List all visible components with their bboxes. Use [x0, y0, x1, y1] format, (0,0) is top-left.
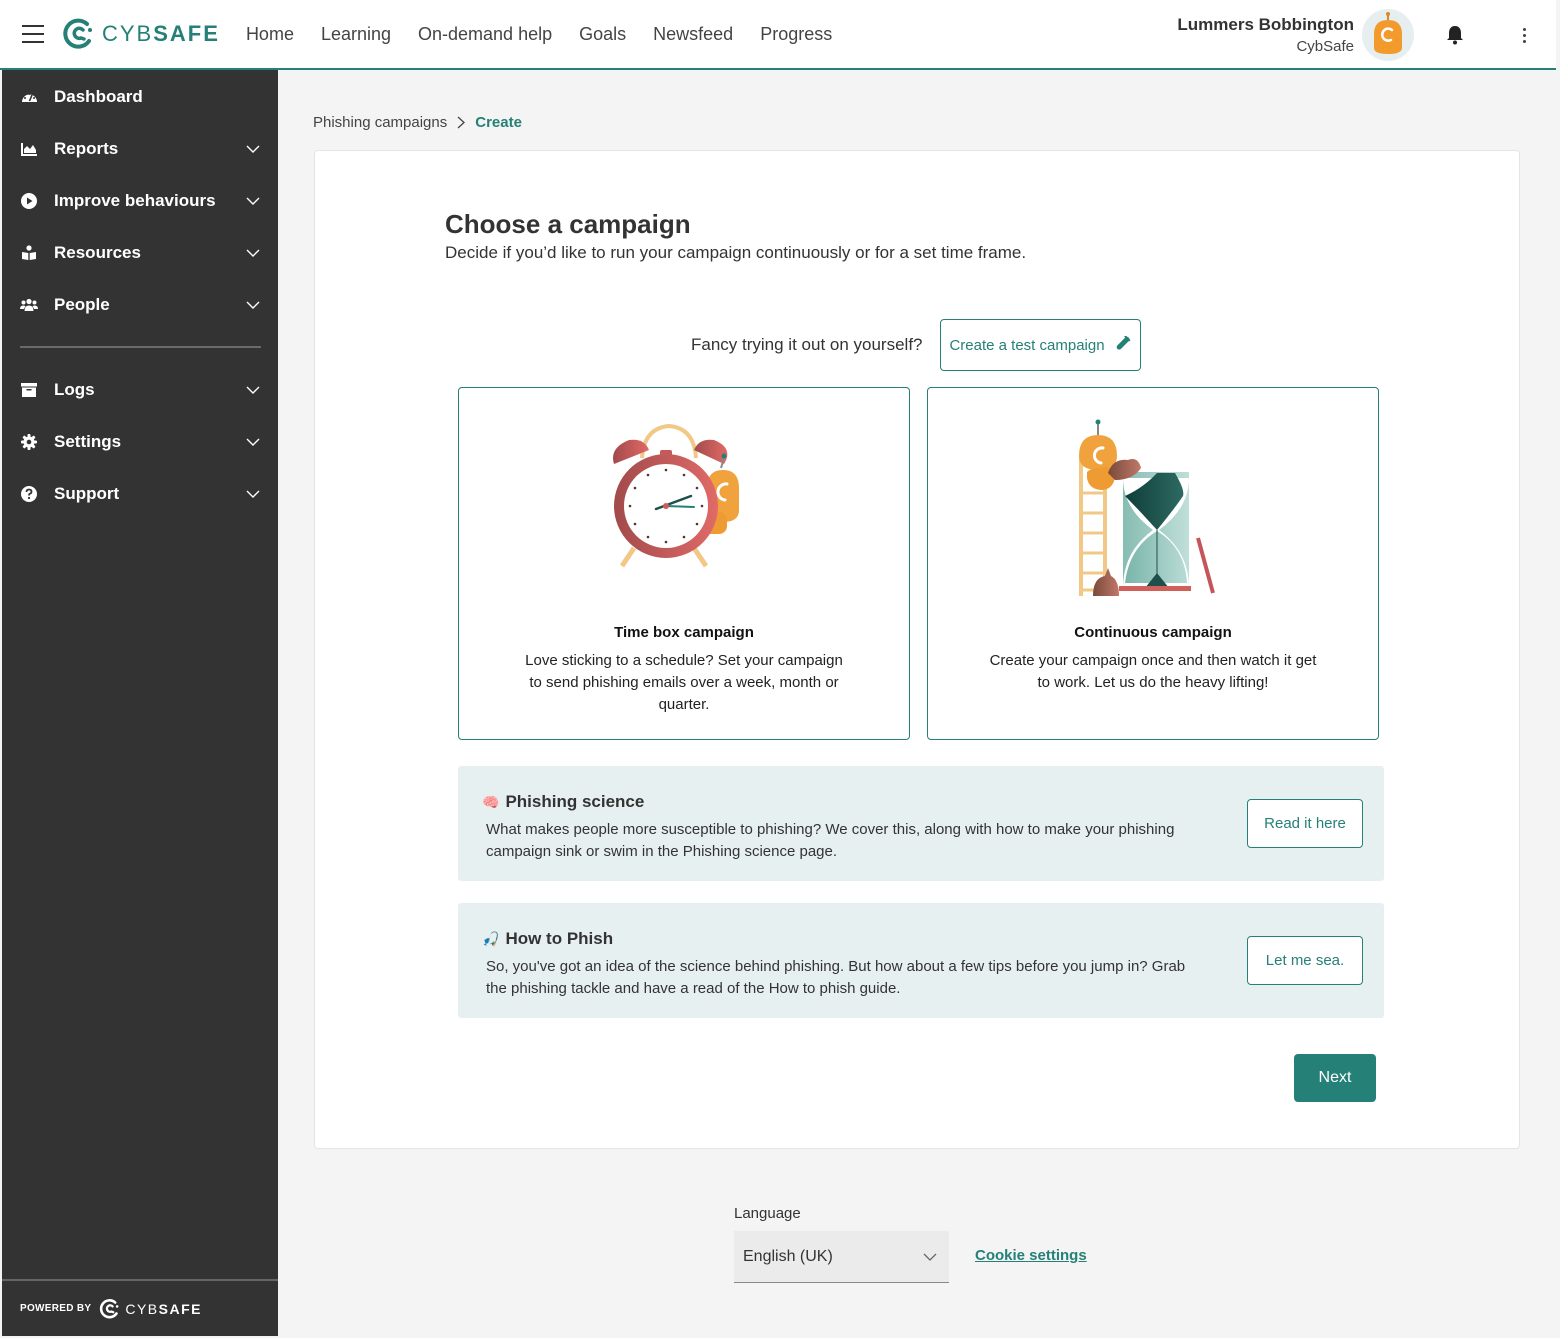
button-label: Create a test campaign: [949, 336, 1105, 354]
chevron-down-icon: [246, 383, 260, 397]
sidebar-item-improve-behaviours[interactable]: Improve behaviours: [2, 181, 278, 221]
nav-goals[interactable]: Goals: [579, 24, 626, 45]
language-value: English (UK): [743, 1247, 833, 1265]
area-chart-icon: [20, 140, 38, 158]
question-circle-icon: [20, 485, 38, 503]
sidebar-item-label: Reports: [54, 139, 119, 158]
sidebar-item-settings[interactable]: Settings: [2, 422, 278, 462]
reader-book-icon: [20, 244, 38, 262]
hamburger-icon[interactable]: [22, 25, 44, 43]
time-box-campaign-card[interactable]: Time box campaign Love sticking to a sch…: [458, 387, 910, 740]
play-circle-icon: [20, 192, 38, 210]
card-description: Love sticking to a schedule? Set your ca…: [525, 652, 843, 713]
user-menu[interactable]: Lummers Bobbington CybSafe: [1177, 15, 1354, 55]
info-heading: 🧠 Phishing science: [482, 792, 644, 812]
sidebar-item-label: Improve behaviours: [54, 191, 216, 210]
sidebar-item-label: Settings: [54, 432, 122, 451]
hourglass-ladder-robot-illustration: [928, 418, 1378, 608]
chevron-down-icon: [246, 298, 260, 312]
footer-logo-text: CYBSAFE: [125, 1300, 202, 1317]
chevron-down-icon: [246, 435, 260, 449]
cookie-settings-link[interactable]: Cookie settings: [975, 1247, 1087, 1264]
card-title: Time box campaign: [614, 624, 754, 641]
sidebar-divider: [20, 346, 261, 348]
sidebar-item-logs[interactable]: Logs: [2, 370, 278, 410]
card-title: Continuous campaign: [1074, 624, 1232, 641]
avatar[interactable]: [1362, 9, 1414, 61]
info-text: What makes people more susceptible to ph…: [486, 821, 1175, 860]
sidebar-item-label: Logs: [54, 380, 95, 399]
bell-icon[interactable]: [1444, 25, 1466, 45]
powered-by-label: POWERED BY: [20, 1303, 92, 1314]
dashboard-gauge-icon: [20, 88, 38, 106]
nav-home[interactable]: Home: [246, 24, 294, 45]
card-description: Create your campaign once and then watch…: [989, 652, 1317, 691]
nav-progress[interactable]: Progress: [760, 24, 832, 45]
chevron-down-icon: [246, 194, 260, 208]
language-label: Language: [734, 1205, 801, 1222]
chevron-right-icon: [457, 116, 466, 129]
breadcrumb-current: Create: [475, 114, 522, 131]
phishing-science-box: 🧠 Phishing science What makes people mor…: [458, 766, 1384, 881]
user-area: Lummers Bobbington CybSafe: [1177, 0, 1556, 70]
continuous-campaign-card[interactable]: Continuous campaign Create your campaign…: [927, 387, 1379, 740]
sidebar-item-dashboard[interactable]: Dashboard: [2, 77, 278, 117]
breadcrumb: Phishing campaigns Create: [313, 114, 522, 131]
sidebar-item-label: Resources: [54, 243, 141, 262]
chevron-down-icon: [246, 142, 260, 156]
cybsafe-footer-logo: CYBSAFE: [99, 1298, 202, 1320]
chevron-down-icon: [246, 487, 260, 501]
info-text: So, you've got an idea of the science be…: [486, 958, 1186, 997]
gear-icon: [20, 433, 38, 451]
cybsafe-logo-mark-icon: [63, 18, 92, 49]
test-tube-icon: [1116, 336, 1131, 350]
nav-newsfeed[interactable]: Newsfeed: [653, 24, 733, 45]
next-button[interactable]: Next: [1294, 1054, 1376, 1102]
top-nav: Home Learning On-demand help Goals Newsf…: [246, 24, 859, 45]
nav-learning[interactable]: Learning: [321, 24, 391, 45]
sidebar-item-support[interactable]: Support: [2, 474, 278, 514]
fishing-pole-icon: 🎣: [482, 930, 500, 947]
chevron-down-icon: [923, 1253, 937, 1261]
archive-box-icon: [20, 381, 38, 399]
sidebar-item-reports[interactable]: Reports: [2, 129, 278, 169]
info-title: How to Phish: [505, 929, 614, 948]
try-text: Fancy trying it out on yourself?: [691, 335, 923, 354]
sidebar-item-label: Support: [54, 484, 120, 503]
sidebar-item-label: People: [54, 295, 110, 314]
logo-text: CYBSAFE: [102, 21, 220, 46]
kebab-icon[interactable]: [1514, 27, 1534, 43]
how-to-phish-box: 🎣 How to Phish So, you've got an idea of…: [458, 903, 1384, 1018]
robot-avatar-icon: [1374, 12, 1402, 54]
create-test-campaign-button[interactable]: Create a test campaign: [939, 319, 1141, 371]
nav-on-demand-help[interactable]: On-demand help: [418, 24, 552, 45]
page-subtitle: Decide if you’d like to run your campaig…: [445, 243, 1027, 262]
sidebar-footer: POWERED BY CYBSAFE: [2, 1279, 278, 1336]
user-name: Lummers Bobbington: [1177, 15, 1354, 34]
breadcrumb-phishing-campaigns[interactable]: Phishing campaigns: [313, 114, 447, 131]
cybsafe-logo-mark-icon: [100, 1298, 119, 1318]
chevron-down-icon: [246, 246, 260, 260]
top-header: CYBSAFE Home Learning On-demand help Goa…: [0, 0, 1556, 70]
user-org: CybSafe: [1296, 38, 1354, 55]
sidebar-item-label: Dashboard: [54, 87, 143, 106]
read-it-here-button[interactable]: Read it here: [1247, 799, 1363, 848]
info-heading: 🎣 How to Phish: [482, 929, 613, 949]
sidebar-item-resources[interactable]: Resources: [2, 233, 278, 273]
alarm-clock-robot-illustration: [459, 418, 909, 608]
let-me-sea-button[interactable]: Let me sea.: [1247, 936, 1363, 985]
page-title: Choose a campaign: [445, 209, 691, 239]
info-title: Phishing science: [505, 792, 645, 811]
test-campaign-row: Fancy trying it out on yourself? Create …: [691, 319, 1141, 371]
sidebar-item-people[interactable]: People: [2, 285, 278, 325]
language-select[interactable]: English (UK): [734, 1231, 949, 1283]
users-icon: [20, 296, 38, 314]
cybsafe-logo[interactable]: CYBSAFE: [62, 17, 220, 51]
brain-icon: 🧠: [482, 793, 500, 810]
sidebar: Dashboard Reports Improve behaviours Res…: [2, 70, 278, 1336]
main-panel: Choose a campaign Decide if you’d like t…: [314, 150, 1520, 1149]
